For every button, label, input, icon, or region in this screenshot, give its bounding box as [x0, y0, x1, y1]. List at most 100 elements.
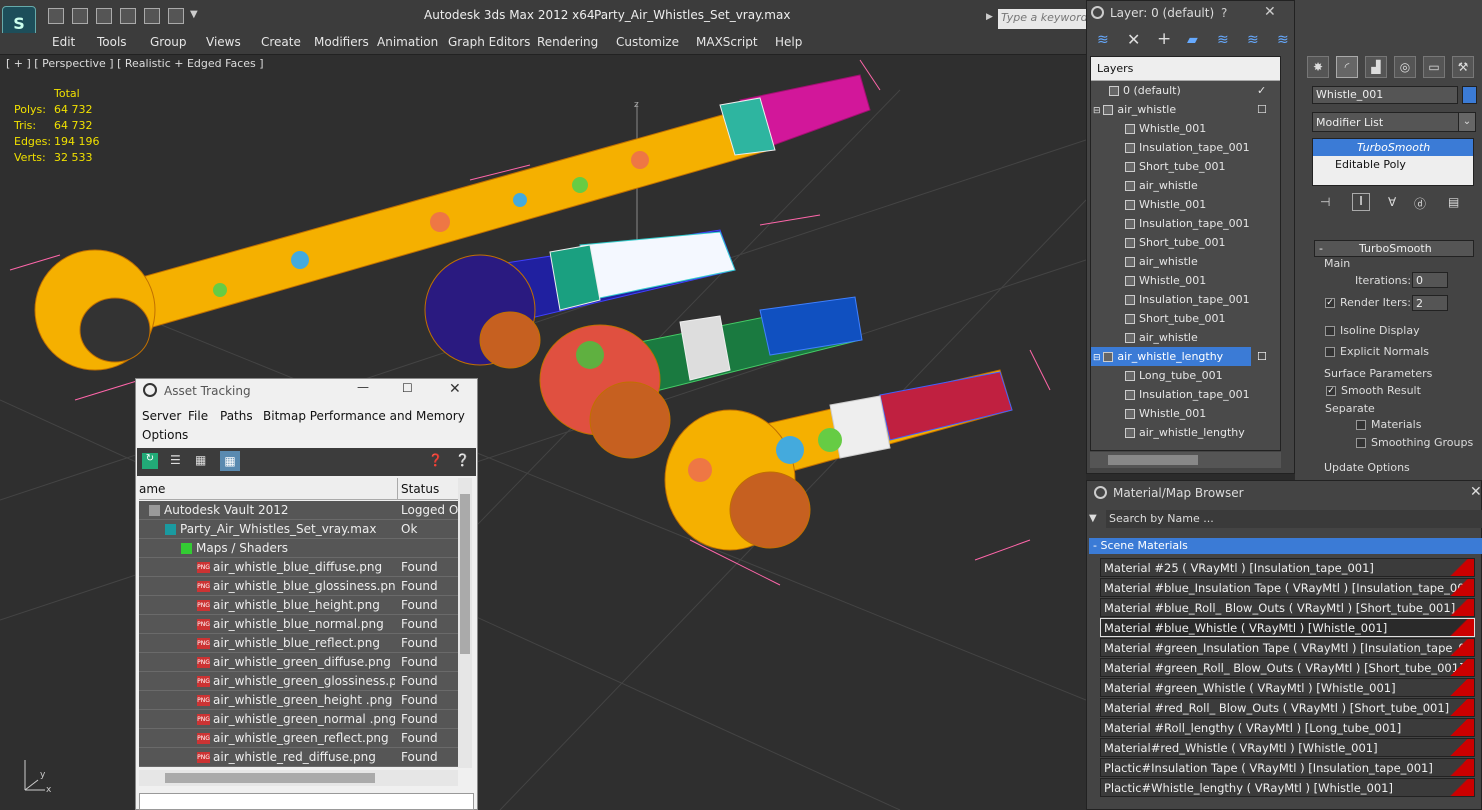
- layer-row[interactable]: Short_tube_001: [1091, 233, 1280, 252]
- col-status-header[interactable]: Status: [401, 482, 439, 496]
- freeze-all-icon[interactable]: ≋: [1277, 32, 1289, 48]
- layer-row[interactable]: Short_tube_001: [1091, 309, 1280, 328]
- pin-stack-icon[interactable]: ⊣: [1320, 195, 1330, 209]
- isoline-checkbox[interactable]: [1325, 326, 1335, 336]
- asset-vertical-scrollbar[interactable]: [458, 478, 472, 768]
- select-objects-icon[interactable]: ▰: [1187, 32, 1198, 48]
- layer-visibility-icon[interactable]: ☐: [1257, 347, 1267, 366]
- asset-menu-server[interactable]: Server: [142, 409, 181, 423]
- layer-row[interactable]: Whistle_001: [1091, 119, 1280, 138]
- scene-materials-group[interactable]: - Scene Materials: [1089, 538, 1482, 554]
- explicit-normals-row[interactable]: Explicit Normals: [1325, 345, 1429, 358]
- asset-row[interactable]: PNG air_whistle_green_normal .png Found: [139, 710, 458, 729]
- make-unique-icon[interactable]: ∀: [1388, 195, 1396, 209]
- layer-row[interactable]: air_whistle_lengthy: [1091, 423, 1280, 442]
- layer-tree[interactable]: Layers 0 (default) ✓ ⊟ air_whistle ☐ Whistle…: [1090, 56, 1281, 451]
- material-item[interactable]: Material #blue_Insulation Tape ( VRayMtl…: [1100, 578, 1475, 597]
- menu-create[interactable]: Create: [261, 35, 301, 49]
- material-item[interactable]: Material #green_Roll_ Blow_Outs ( VRayMt…: [1100, 658, 1475, 677]
- delete-layer-icon[interactable]: ✕: [1127, 30, 1140, 49]
- show-end-result-icon[interactable]: I: [1352, 193, 1370, 211]
- smooth-result-row[interactable]: ✓ Smooth Result: [1326, 384, 1421, 397]
- configure-sets-icon[interactable]: ▤: [1448, 195, 1459, 209]
- layer-row[interactable]: Whistle_001: [1091, 195, 1280, 214]
- material-item[interactable]: Material #green_Insulation Tape ( VRayMt…: [1100, 638, 1475, 657]
- create-tab-icon[interactable]: ✸: [1307, 56, 1329, 78]
- iterations-spinner[interactable]: 0: [1412, 272, 1448, 288]
- viewport-label[interactable]: [ + ] [ Perspective ] [ Realistic + Edge…: [6, 57, 264, 70]
- material-search-input[interactable]: Search by Name ...: [1106, 510, 1482, 528]
- undo-icon[interactable]: [120, 8, 136, 24]
- asset-row[interactable]: PNG air_whistle_green_glossiness.png Found: [139, 672, 458, 691]
- motion-tab-icon[interactable]: ◎: [1394, 56, 1416, 78]
- asset-row[interactable]: PNG air_whistle_blue_reflect.png Found: [139, 634, 458, 653]
- new-file-icon[interactable]: [48, 8, 64, 24]
- asset-row[interactable]: Maps / Shaders: [139, 539, 458, 558]
- asset-scroll-thumb[interactable]: [460, 494, 470, 654]
- asset-row[interactable]: PNG air_whistle_blue_diffuse.png Found: [139, 558, 458, 577]
- col-name-header[interactable]: ame: [139, 482, 165, 496]
- asset-row[interactable]: PNG air_whistle_green_diffuse.png Found: [139, 653, 458, 672]
- object-color-swatch[interactable]: [1462, 86, 1477, 104]
- smoothing-groups-checkbox[interactable]: [1356, 438, 1366, 448]
- asset-maximize-icon[interactable]: ☐: [402, 381, 413, 395]
- create-layer-icon[interactable]: ≋: [1097, 32, 1109, 48]
- object-name-field[interactable]: Whistle_001: [1312, 86, 1458, 104]
- layer-row[interactable]: Insulation_tape_001: [1091, 385, 1280, 404]
- layer-row[interactable]: Short_tube_001: [1091, 157, 1280, 176]
- asset-row[interactable]: PNG air_whistle_blue_glossiness.png Found: [139, 577, 458, 596]
- material-item[interactable]: Plactic#Whistle_lengthy ( VRayMtl ) [Whi…: [1100, 778, 1475, 797]
- material-item[interactable]: Material #25 ( VRayMtl ) [Insulation_tap…: [1100, 558, 1475, 577]
- turbosmooth-rollout-header[interactable]: - TurboSmooth: [1314, 240, 1474, 257]
- asset-row[interactable]: PNG air_whistle_red_diffuse.png Found: [139, 748, 458, 767]
- layer-close-button[interactable]: ✕: [1264, 4, 1276, 20]
- table-view-icon[interactable]: ▦: [220, 451, 240, 471]
- menu-views[interactable]: Views: [206, 35, 241, 49]
- material-item[interactable]: Material #Roll_lengthy ( VRayMtl ) [Long…: [1100, 718, 1475, 737]
- material-close-icon[interactable]: ✕: [1470, 484, 1482, 500]
- current-layer-check-icon[interactable]: ✓: [1257, 81, 1266, 100]
- stack-item-editable-poly[interactable]: Editable Poly: [1313, 156, 1473, 173]
- asset-close-icon[interactable]: ✕: [449, 381, 461, 397]
- menu-animation[interactable]: Animation: [377, 35, 438, 49]
- list-view-icon[interactable]: ☰: [170, 453, 181, 467]
- materials-row[interactable]: Materials: [1356, 418, 1421, 431]
- layer-row[interactable]: Long_tube_001: [1091, 366, 1280, 385]
- layer-row[interactable]: Insulation_tape_001: [1091, 214, 1280, 233]
- display-tab-icon[interactable]: ▭: [1423, 56, 1445, 78]
- search-input[interactable]: Type a keyword or phrase: [998, 9, 1088, 29]
- remove-modifier-icon[interactable]: ⓓ: [1414, 195, 1426, 212]
- modifier-list-chevron-icon[interactable]: ⌄: [1458, 112, 1476, 132]
- layer-row[interactable]: Whistle_001: [1091, 271, 1280, 290]
- project-folder-icon[interactable]: [168, 8, 184, 24]
- utilities-tab-icon[interactable]: ⚒: [1452, 56, 1474, 78]
- smooth-result-checkbox[interactable]: ✓: [1326, 386, 1336, 396]
- render-iters-spinner[interactable]: 2: [1412, 295, 1448, 311]
- layer-horizontal-scrollbar[interactable]: [1090, 452, 1281, 468]
- layer-row[interactable]: ⊟ air_whistle_lengthy ☐: [1091, 347, 1267, 366]
- help-icon[interactable]: ❓: [428, 453, 443, 467]
- menu-group[interactable]: Group: [150, 35, 187, 49]
- search-arrow-icon[interactable]: ▶: [986, 12, 993, 22]
- settings-help-icon[interactable]: ❔: [455, 453, 470, 467]
- layer-scroll-thumb[interactable]: [1108, 455, 1198, 465]
- asset-menu-bitmap[interactable]: Bitmap Performance and Memory: [263, 409, 465, 423]
- material-item[interactable]: Material #blue_Whistle ( VRayMtl ) [Whis…: [1100, 618, 1475, 637]
- thumbnail-view-icon[interactable]: ▦: [195, 453, 206, 467]
- save-file-icon[interactable]: [96, 8, 112, 24]
- menu-graph-editors[interactable]: Graph Editors: [448, 35, 530, 49]
- asset-hscroll-thumb[interactable]: [165, 773, 375, 783]
- layer-row[interactable]: Whistle_001: [1091, 404, 1280, 423]
- isoline-row[interactable]: Isoline Display: [1325, 324, 1420, 337]
- menu-customize[interactable]: Customize: [616, 35, 679, 49]
- quick-access-dropdown-icon[interactable]: ▼: [190, 9, 198, 20]
- menu-rendering[interactable]: Rendering: [537, 35, 598, 49]
- asset-row[interactable]: PNG air_whistle_blue_height.png Found: [139, 596, 458, 615]
- asset-menu-file[interactable]: File: [188, 409, 208, 423]
- layers-column-header[interactable]: Layers: [1091, 57, 1280, 81]
- search-options-icon[interactable]: ▼: [1089, 513, 1097, 524]
- smoothing-groups-row[interactable]: Smoothing Groups: [1356, 436, 1473, 449]
- render-iters-checkbox[interactable]: ✓: [1325, 298, 1335, 308]
- render-iters-row[interactable]: ✓ Render Iters:: [1325, 296, 1411, 309]
- asset-horizontal-scrollbar[interactable]: [139, 770, 458, 786]
